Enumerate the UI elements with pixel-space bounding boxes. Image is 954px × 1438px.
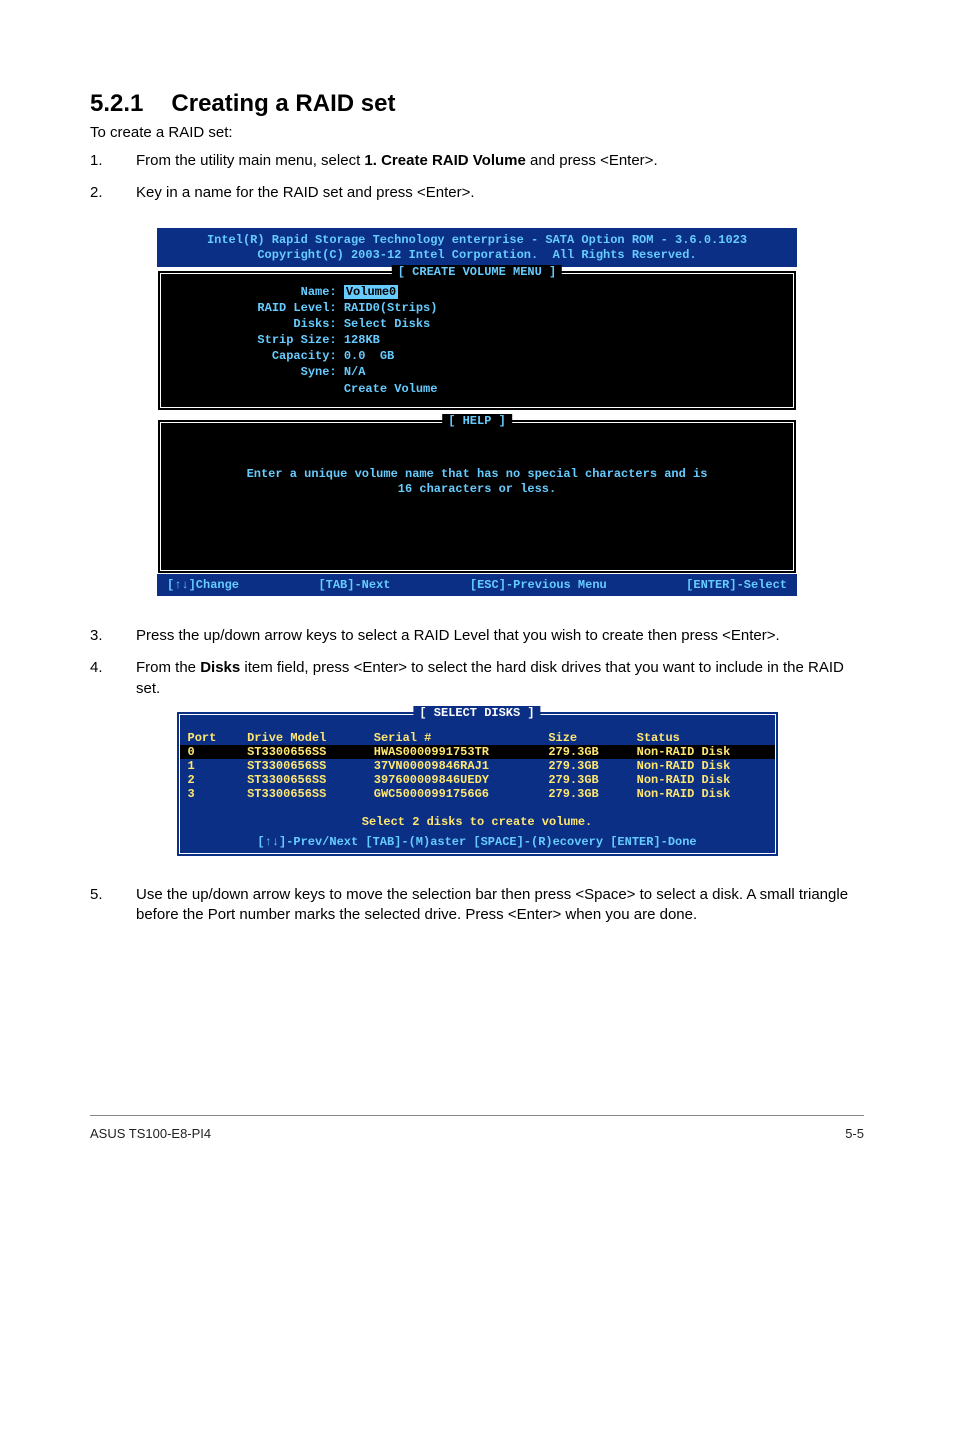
create-volume-title: [ CREATE VOLUME MENU ] (392, 265, 562, 279)
bios-key-hints: [↑↓]Change [TAB]-Next [ESC]-Previous Men… (157, 574, 797, 596)
capacity-value: 0.0 GB (344, 349, 394, 363)
table-row[interactable]: 0 ST3300656SS HWAS0000991753TR 279.3GB N… (180, 745, 775, 759)
col-serial: Serial # (366, 731, 541, 745)
section-number: 5.2.1 (90, 90, 143, 117)
hint-tab: [TAB]-Next (318, 578, 390, 592)
step-text: Key in a name for the RAID set and press… (136, 184, 475, 201)
col-model: Drive Model (239, 731, 366, 745)
hint-enter: [ENTER]-Select (686, 578, 787, 592)
step-number: 1. (90, 151, 103, 171)
step-5: 5. Use the up/down arrow keys to move th… (90, 885, 864, 926)
step-text: Press the up/down arrow keys to select a… (136, 627, 780, 644)
help-line-1: Enter a unique volume name that has no s… (171, 467, 783, 483)
bios-banner: Intel(R) Rapid Storage Technology enterp… (157, 228, 797, 267)
footer-page-number: 5-5 (845, 1126, 864, 1141)
hint-change: [↑↓]Change (167, 578, 239, 592)
table-row[interactable]: 3 ST3300656SS GWC50000991756G6 279.3GB N… (180, 787, 775, 801)
bios-create-volume-screenshot: Intel(R) Rapid Storage Technology enterp… (157, 228, 797, 597)
create-volume-body: Name: Volume0 RAID Level: RAID0(Strips) … (161, 274, 793, 407)
col-size: Size (540, 731, 628, 745)
create-volume-panel: [ CREATE VOLUME MENU ] Name: Volume0 RAI… (157, 270, 797, 411)
step-1: 1. From the utility main menu, select 1.… (90, 151, 864, 171)
footer-product: ASUS TS100-E8-PI4 (90, 1126, 211, 1141)
help-line-2: 16 characters or less. (171, 482, 783, 498)
step-number: 3. (90, 626, 103, 646)
bios-select-disks-screenshot: [ SELECT DISKS ] Port Drive Model Serial… (176, 711, 779, 857)
help-title: [ HELP ] (442, 414, 512, 430)
col-status: Status (629, 731, 775, 745)
col-port: Port (180, 731, 240, 745)
step-number: 5. (90, 885, 103, 905)
hint-esc: [ESC]-Previous Menu (470, 578, 607, 592)
disks-table: Port Drive Model Serial # Size Status 0 … (180, 731, 775, 801)
step-2: 2. Key in a name for the RAID set and pr… (90, 183, 864, 203)
raid-level-value[interactable]: RAID0(Strips) (344, 301, 438, 315)
step-text: Use the up/down arrow keys to move the s… (136, 886, 848, 923)
step-number: 4. (90, 658, 103, 678)
page-footer: ASUS TS100-E8-PI4 5-5 (90, 1115, 864, 1141)
step-4: 4. From the Disks item field, press <Ent… (90, 658, 864, 699)
section-title-text: Creating a RAID set (171, 90, 395, 117)
step-number: 2. (90, 183, 103, 203)
section-heading: 5.2.1 Creating a RAID set (90, 90, 864, 118)
step-3: 3. Press the up/down arrow keys to selec… (90, 626, 864, 646)
strip-size-value[interactable]: 128KB (344, 333, 380, 347)
disks-value[interactable]: Select Disks (344, 317, 430, 331)
help-panel: [ HELP ] Enter a unique volume name that… (157, 419, 797, 574)
step-text: From the utility main menu, select 1. Cr… (136, 152, 658, 169)
table-row[interactable]: 2 ST3300656SS 397600009846UEDY 279.3GB N… (180, 773, 775, 787)
step-text: From the Disks item field, press <Enter>… (136, 659, 844, 696)
table-row[interactable]: 1 ST3300656SS 37VN00009846RAJ1 279.3GB N… (180, 759, 775, 773)
create-volume-action[interactable]: Create Volume (344, 382, 438, 396)
intro-text: To create a RAID set: (90, 124, 864, 141)
select-disks-title: [ SELECT DISKS ] (413, 706, 540, 720)
select-disks-message: Select 2 disks to create volume. (180, 801, 775, 831)
syne-value: N/A (344, 365, 366, 379)
name-input[interactable]: Volume0 (344, 285, 398, 299)
select-disks-help: [↑↓]-Prev/Next [TAB]-(M)aster [SPACE]-(R… (180, 831, 775, 853)
table-header-row: Port Drive Model Serial # Size Status (180, 731, 775, 745)
